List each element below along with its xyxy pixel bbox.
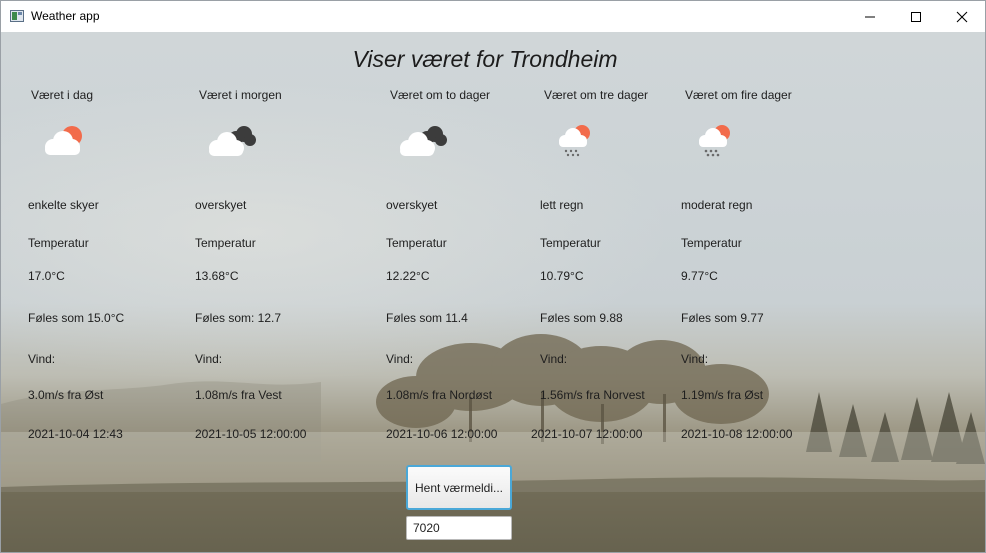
wind-label: Vind: bbox=[681, 352, 709, 366]
wind-label: Vind: bbox=[195, 352, 223, 366]
postcode-input[interactable] bbox=[406, 516, 512, 540]
forecast-timestamp: 2021-10-05 12:00:00 bbox=[195, 427, 307, 441]
wind-value: 3.0m/s fra Øst bbox=[28, 388, 104, 402]
wind-label: Vind: bbox=[540, 352, 568, 366]
day-title-today: Været i dag bbox=[31, 88, 94, 102]
minimize-button[interactable] bbox=[847, 1, 893, 32]
weather-panel: Viser været for Trondheim Været i dag en… bbox=[1, 32, 985, 552]
wind-value: 1.08m/s fra Nordøst bbox=[386, 388, 493, 402]
maximize-button[interactable] bbox=[893, 1, 939, 32]
temperature-label: Temperatur bbox=[195, 236, 256, 250]
light-rain-sun-icon bbox=[559, 125, 590, 157]
minimize-icon bbox=[865, 16, 875, 18]
temperature-label: Temperatur bbox=[386, 236, 447, 250]
temperature-value: 10.79°C bbox=[540, 269, 584, 283]
day-title-in-three-days: Været om tre dager bbox=[544, 88, 649, 102]
close-icon bbox=[956, 11, 968, 23]
rain-sun-icon bbox=[699, 125, 730, 157]
feels-like-value: Føles som: 12.7 bbox=[195, 311, 282, 325]
day-title-in-two-days: Været om to dager bbox=[390, 88, 491, 102]
maximize-icon bbox=[911, 12, 921, 22]
temperature-value: 9.77°C bbox=[681, 269, 718, 283]
partly-cloudy-sun-icon bbox=[45, 126, 82, 155]
forecast-timestamp: 2021-10-08 12:00:00 bbox=[681, 427, 793, 441]
wind-value: 1.19m/s fra Øst bbox=[681, 388, 764, 402]
forecast-timestamp: 2021-10-04 12:43 bbox=[28, 427, 123, 441]
temperature-value: 12.22°C bbox=[386, 269, 430, 283]
overcast-clouds-icon bbox=[209, 126, 256, 156]
feels-like-value: Føles som 15.0°C bbox=[28, 311, 125, 325]
temperature-label: Temperatur bbox=[681, 236, 742, 250]
temperature-value: 17.0°C bbox=[28, 269, 65, 283]
temperature-label: Temperatur bbox=[540, 236, 601, 250]
day-title-in-four-days: Været om fire dager bbox=[685, 88, 792, 102]
feels-like-value: Føles som 11.4 bbox=[386, 311, 468, 325]
window-title: Weather app bbox=[31, 9, 100, 23]
weather-description: overskyet bbox=[386, 198, 438, 212]
app-window-icon bbox=[10, 10, 24, 22]
fetch-forecast-button[interactable]: Hent værmeldi... bbox=[406, 465, 512, 510]
feels-like-value: Føles som 9.88 bbox=[540, 311, 623, 325]
forecast-timestamp: 2021-10-07 12:00:00 bbox=[531, 427, 643, 441]
wind-value: 1.08m/s fra Vest bbox=[195, 388, 282, 402]
weather-description: overskyet bbox=[195, 198, 247, 212]
weather-description: enkelte skyer bbox=[28, 198, 99, 212]
day-title-tomorrow: Været i morgen bbox=[199, 88, 282, 102]
forecast-timestamp: 2021-10-06 12:00:00 bbox=[386, 427, 498, 441]
app-window: Weather app Viser været for Trondheim Væ… bbox=[0, 0, 986, 553]
close-button[interactable] bbox=[939, 1, 985, 32]
weather-description: lett regn bbox=[540, 198, 584, 212]
temperature-label: Temperatur bbox=[28, 236, 89, 250]
wind-label: Vind: bbox=[386, 352, 414, 366]
title-bar[interactable]: Weather app bbox=[1, 1, 985, 32]
feels-like-value: Føles som 9.77 bbox=[681, 311, 764, 325]
overcast-clouds-icon bbox=[400, 126, 447, 156]
temperature-value: 13.68°C bbox=[195, 269, 239, 283]
wind-value: 1.56m/s fra Norvest bbox=[540, 388, 645, 402]
wind-label: Vind: bbox=[28, 352, 56, 366]
weather-description: moderat regn bbox=[681, 198, 753, 212]
page-title: Viser været for Trondheim bbox=[352, 46, 618, 72]
